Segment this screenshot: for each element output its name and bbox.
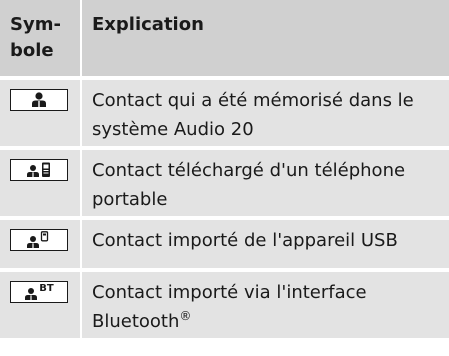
table-row-explanation: Contact importé de l'appareil USB [82,220,449,268]
table-row-symbol [0,80,82,146]
table-row-explanation: Contact importé via l'interface Bluetoot… [82,272,449,338]
table-row-symbol [0,220,82,268]
table-row-symbol: BT [0,272,82,338]
contact-person-icon [10,89,68,111]
table-row-symbol [0,150,82,216]
header-explanation: Explication [82,0,449,76]
table-row-explanation: Contact téléchargé d'un téléphone portab… [82,150,449,216]
contact-bluetooth-icon: BT [10,281,68,303]
header-symbol: Sym- bole [0,0,82,76]
table-row-explanation: Contact qui a été mémorisé dans le systè… [82,80,449,146]
bluetooth-icon-label: BT [39,282,54,294]
registered-mark: ® [179,309,192,323]
contact-phone-icon [10,159,68,181]
contact-usb-icon [10,229,68,251]
symbol-legend-table: Sym- bole Explication Contact qui a été … [0,0,449,356]
explanation-text: Contact importé via l'interface Bluetoot… [92,282,367,332]
